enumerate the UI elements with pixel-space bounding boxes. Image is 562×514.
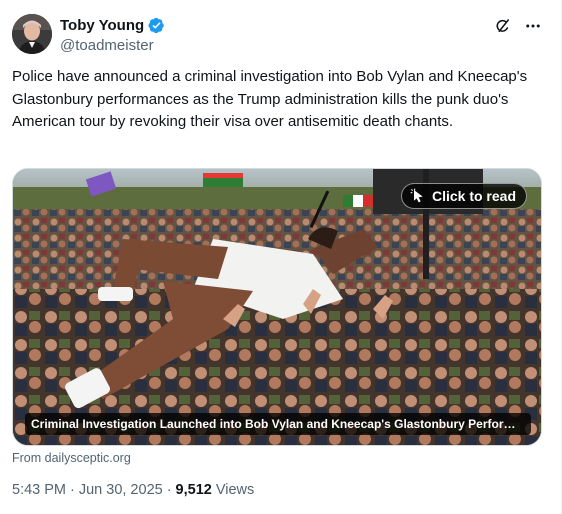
card-photo xyxy=(13,169,541,445)
name-row: Toby Young xyxy=(60,15,165,35)
click-to-read-label: Click to read xyxy=(431,188,516,204)
verified-badge-icon[interactable] xyxy=(148,17,165,34)
meta-separator: · xyxy=(70,482,75,498)
views-count[interactable]: 9,512 xyxy=(176,482,212,498)
tweet-text: Police have announced a criminal investi… xyxy=(12,68,528,130)
tweet-time[interactable]: 5:43 PM xyxy=(12,482,66,498)
avatar[interactable] xyxy=(12,14,52,54)
author-handle[interactable]: @toadmeister xyxy=(60,37,165,57)
header-actions xyxy=(493,16,543,36)
author-block: Toby Young @toadmeister xyxy=(60,15,165,57)
meta-separator: · xyxy=(166,482,172,498)
more-icon[interactable] xyxy=(523,16,543,36)
avatar-image xyxy=(12,14,52,54)
tweet-date[interactable]: Jun 30, 2025 xyxy=(79,482,163,498)
grok-icon[interactable] xyxy=(493,16,513,36)
click-to-read-badge[interactable]: Click to read xyxy=(400,183,527,209)
tweet-container: Toby Young @toadmeister Police have anno… xyxy=(0,0,562,514)
cursor-click-icon xyxy=(410,188,426,204)
views-label[interactable]: Views xyxy=(216,482,254,498)
card-title[interactable]: Criminal Investigation Launched into Bob… xyxy=(25,413,531,435)
tweet-meta: 5:43 PM · Jun 30, 2025 · 9,512 Views xyxy=(12,482,254,498)
link-card[interactable]: Click to read Criminal Investigation Lau… xyxy=(12,168,542,446)
card-source[interactable]: From dailysceptic.org xyxy=(12,451,131,465)
author-display-name[interactable]: Toby Young xyxy=(60,17,144,34)
